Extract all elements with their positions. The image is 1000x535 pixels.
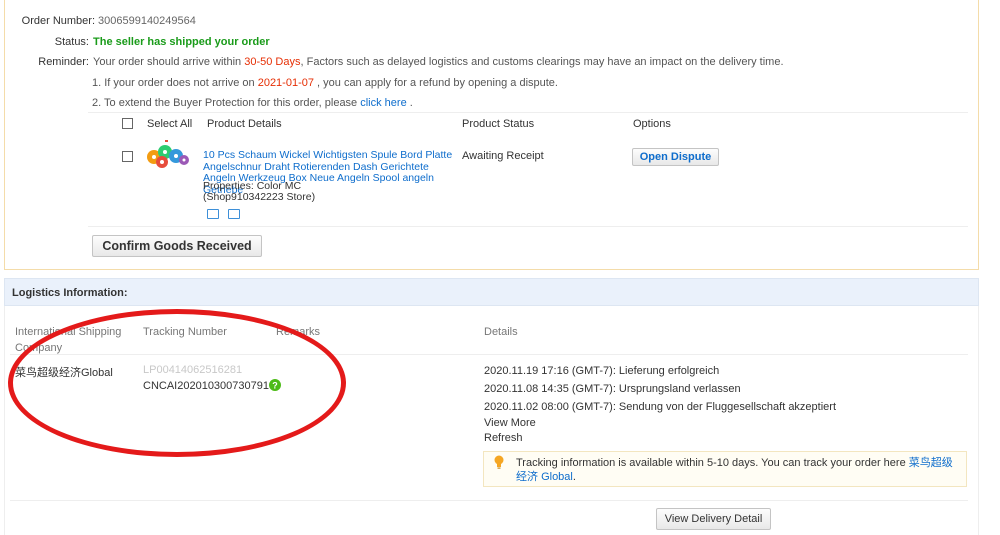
shipping-company: 菜鸟超级经济Global xyxy=(15,367,113,379)
select-all-checkbox[interactable] xyxy=(122,118,133,129)
tracking-event-3: 2020.11.02 08:00 (GMT-7): Sendung von de… xyxy=(484,401,837,413)
tracking-number-old: LP00414062516281 xyxy=(143,364,243,376)
tracking-tip-box: Tracking information is available within… xyxy=(483,451,967,487)
note2-post: . xyxy=(406,97,413,109)
logistics-title: Logistics Information: xyxy=(12,287,128,299)
snapshot-icon[interactable] xyxy=(207,209,219,219)
tip-track-link-global[interactable]: Global xyxy=(541,471,573,483)
message-icon[interactable] xyxy=(228,209,240,219)
reminder-pre: Your order should arrive within xyxy=(93,56,245,68)
product-checkbox[interactable] xyxy=(122,151,133,162)
note1-date: 2021-01-07 xyxy=(257,77,314,89)
tracking-tip-text: Tracking information is available within… xyxy=(516,456,956,484)
refresh-link[interactable]: Refresh xyxy=(484,432,523,444)
product-details-header: Product Details xyxy=(207,118,282,130)
status-label: Status: xyxy=(54,36,89,48)
product-store: (Shop910342223 Store) xyxy=(203,191,316,203)
tracking-header: Tracking Number xyxy=(143,326,227,338)
note-buyer-protection: 2. To extend the Buyer Protection for th… xyxy=(92,96,413,110)
product-table-header: Select All Product Details Product Statu… xyxy=(88,112,968,134)
product-properties: Properties: Color MC (Shop910342223 Stor… xyxy=(203,181,315,203)
confirm-goods-received-button[interactable]: Confirm Goods Received xyxy=(92,235,262,257)
tip-end: . xyxy=(572,471,576,483)
remarks-header: Remarks xyxy=(276,326,321,338)
reminder-label: Reminder: xyxy=(38,56,89,68)
reminder-days: 30-50 Days xyxy=(244,56,301,68)
help-icon[interactable]: ? xyxy=(269,379,281,391)
product-status-header: Product Status xyxy=(462,118,535,130)
lightbulb-icon xyxy=(494,455,504,469)
tracking-event-2: 2020.11.08 14:35 (GMT-7): Ursprungsland … xyxy=(484,383,741,395)
view-more-link[interactable]: View More xyxy=(484,417,536,429)
reminder-post: , Factors such as delayed logistics and … xyxy=(300,56,784,68)
logistics-footer-divider xyxy=(10,500,968,501)
details-header: Details xyxy=(484,326,518,338)
click-here-link[interactable]: click here xyxy=(360,97,406,109)
tracking-event-1: 2020.11.19 17:16 (GMT-7): Lieferung erfo… xyxy=(484,365,720,377)
select-all-label: Select All xyxy=(147,118,193,130)
svg-text:?: ? xyxy=(272,381,278,391)
product-thumbnail[interactable] xyxy=(145,140,189,170)
order-number-value: 3006599140249564 xyxy=(98,15,196,27)
note-refund: 1. If your order does not arrive on 2021… xyxy=(92,76,558,90)
note1-post: , you can apply for a refund by opening … xyxy=(313,77,558,89)
order-number-label: Order Number: xyxy=(21,15,95,27)
tracking-number: CNCAI202010300730791 7 xyxy=(143,380,279,392)
open-dispute-button[interactable]: Open Dispute xyxy=(632,148,719,166)
product-divider xyxy=(88,226,968,227)
note1-pre: 1. If your order does not arrive on xyxy=(92,77,258,89)
logistics-header-bar: Logistics Information: xyxy=(4,278,979,306)
company-header: International Shipping Company xyxy=(15,326,122,354)
note2-pre: 2. To extend the Buyer Protection for th… xyxy=(92,97,361,109)
logistics-header-divider xyxy=(10,354,968,355)
reminder-text: Your order should arrive within 30-50 Da… xyxy=(93,55,784,69)
tip-text: Tracking information is available within… xyxy=(516,457,909,469)
status-value: The seller has shipped your order xyxy=(93,36,270,48)
product-status: Awaiting Receipt xyxy=(462,150,544,162)
options-header: Options xyxy=(633,118,671,130)
view-delivery-detail-button[interactable]: View Delivery Detail xyxy=(656,508,771,530)
